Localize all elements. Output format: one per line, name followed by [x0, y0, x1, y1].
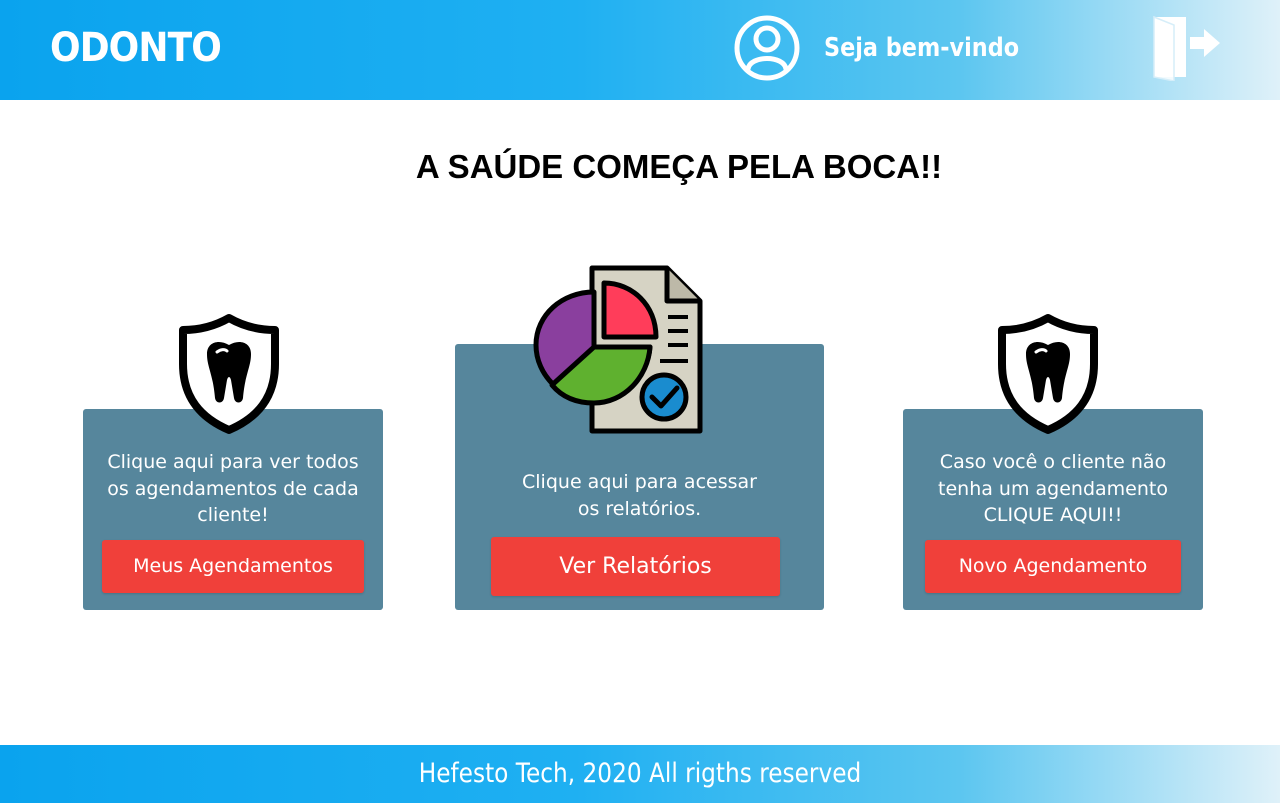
new-appointment-button[interactable]: Novo Agendamento — [925, 540, 1181, 593]
tooth-shield-icon — [179, 314, 279, 434]
card-new-appointment: Caso você o cliente não tenha um agendam… — [903, 409, 1203, 610]
my-appointments-button[interactable]: Meus Agendamentos — [102, 540, 364, 593]
card-reports-text: Clique aqui para acessar os relatórios. — [522, 471, 757, 520]
header-bar: ODONTO Seja bem-vindo — [0, 0, 1280, 100]
card-appointments-text: Clique aqui para ver todos os agendament… — [107, 451, 359, 526]
user-circle-icon[interactable] — [734, 15, 800, 81]
brand-logo: ODONTO — [50, 25, 222, 71]
card-new-appointment-text: Caso você o cliente não tenha um agendam… — [938, 451, 1168, 526]
report-chart-icon — [533, 265, 703, 434]
logout-icon[interactable] — [1152, 13, 1222, 81]
footer-bar: Hefesto Tech, 2020 All rigths reserved — [0, 745, 1280, 803]
page-headline: A SAÚDE COMEÇA PELA BOCA!! — [415, 148, 943, 185]
view-reports-button[interactable]: Ver Relatórios — [491, 537, 780, 596]
tooth-shield-icon — [998, 314, 1098, 434]
footer-copyright: Hefesto Tech, 2020 All rigths reserved — [418, 758, 862, 789]
welcome-text: Seja bem-vindo — [824, 33, 1020, 63]
card-appointments: Clique aqui para ver todos os agendament… — [83, 409, 383, 610]
